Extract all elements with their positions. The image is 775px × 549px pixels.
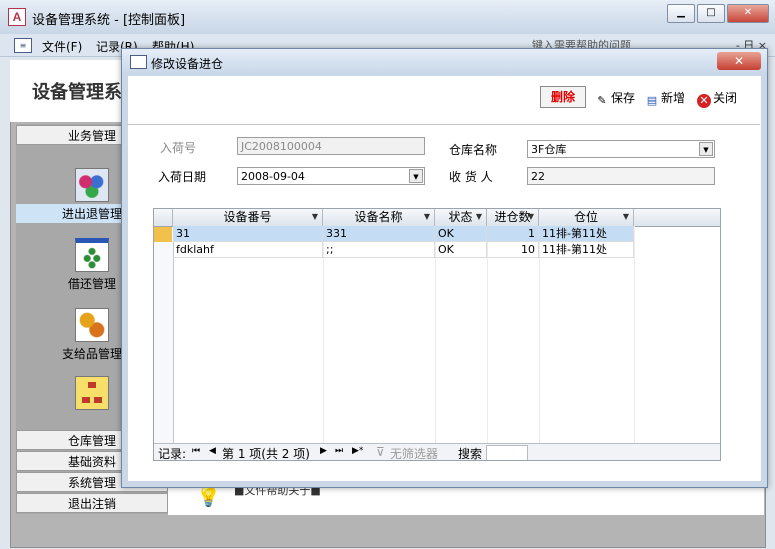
col-label: 状态 (448, 210, 473, 224)
close-circle-icon: ✕ (697, 94, 711, 108)
close-window-button[interactable]: ✕ (727, 4, 769, 23)
gears-icon (75, 308, 109, 342)
grid-line (435, 226, 436, 443)
col-device-name[interactable]: 设备名称 ▼ (323, 209, 435, 226)
table-cell[interactable]: ;; (323, 242, 435, 258)
save-brush-icon: ✎ (597, 94, 607, 107)
grid-line (634, 226, 635, 443)
new-label: 新增 (661, 91, 686, 105)
col-qty[interactable]: 进仓数 ▼ (487, 209, 539, 226)
new-book-icon: ▤ (646, 94, 658, 107)
warehouse-value: 3F仓库 (531, 143, 567, 156)
chevron-down-icon[interactable]: ▼ (424, 209, 430, 225)
dialog-title: 修改设备进仓 (151, 57, 224, 71)
col-label: 设备番号 (223, 210, 272, 224)
record-selector[interactable] (154, 243, 172, 258)
col-label: 设备名称 (354, 210, 403, 224)
last-record-icon[interactable]: ⏭ (335, 446, 343, 456)
minimize-button[interactable]: ▁ (667, 4, 695, 23)
record-selector[interactable] (154, 227, 172, 242)
main-title-bar: A 设备管理系统 - [控制面板] ▁ □ ✕ (0, 0, 775, 35)
dialog-close-button[interactable]: ✕ (717, 52, 761, 70)
grid-line (487, 226, 488, 443)
menu-file[interactable]: 文件(F) (42, 38, 82, 55)
table-cell[interactable]: fdklahf (173, 242, 323, 258)
search-label: 搜索 (458, 447, 483, 461)
col-label: 仓位 (573, 210, 598, 224)
close-label: 关闭 (713, 91, 738, 105)
col-location[interactable]: 仓位 ▼ (539, 209, 634, 226)
table-cell[interactable]: 11排-第11处 (539, 226, 634, 242)
table-cell[interactable]: 11排-第11处 (539, 242, 634, 258)
col-label: 进仓数 (494, 210, 531, 224)
cubes-icon (75, 168, 109, 202)
org-chart-icon (75, 376, 109, 410)
save-button[interactable]: ✎ 保存 (595, 89, 635, 108)
table-cell[interactable]: OK (435, 226, 487, 242)
first-record-icon[interactable]: ⏮ (192, 446, 200, 456)
chevron-down-icon[interactable]: ▼ (623, 209, 629, 225)
toolbar-divider (127, 124, 760, 125)
receiver-field[interactable]: 22 (527, 167, 715, 185)
save-label: 保存 (611, 91, 636, 105)
new-record-icon[interactable]: ▶* (352, 446, 363, 456)
grid-line (539, 226, 540, 443)
new-button[interactable]: ▤ 新增 (645, 89, 685, 108)
record-position[interactable]: 第 1 项(共 2 项) (222, 445, 310, 460)
filter-icon[interactable]: ⊽ (376, 445, 385, 459)
table-cell[interactable]: 1 (487, 226, 539, 242)
control-panel-title: 设备管理系 (32, 82, 122, 103)
search-input[interactable] (486, 445, 528, 460)
device-datasheet: 设备番号 ▼ 设备名称 ▼ 状态 ▼ 进仓数 ▼ 仓位 ▼ 31 331 OK 1 11排… (153, 208, 721, 461)
table-cell[interactable]: 31 (173, 226, 323, 242)
col-device-no[interactable]: 设备番号 ▼ (173, 209, 323, 226)
receipt-date-select[interactable]: 2008-09-04 ▼ (237, 167, 425, 185)
access-app-icon: A (8, 8, 26, 26)
receipt-date-label: 入荷日期 (158, 170, 207, 184)
restore-button[interactable]: □ (697, 4, 725, 23)
record-label: 记录: (158, 447, 187, 461)
next-record-icon[interactable]: ▶ (320, 446, 327, 456)
filter-status[interactable]: 无筛选器 (390, 445, 438, 460)
form-icon[interactable]: ≡ (14, 38, 32, 53)
table-cell[interactable]: 331 (323, 226, 435, 242)
datasheet-header: 设备番号 ▼ 设备名称 ▼ 状态 ▼ 进仓数 ▼ 仓位 ▼ (154, 209, 720, 227)
chevron-down-icon[interactable]: ▼ (312, 209, 318, 225)
table-cell[interactable]: 10 (487, 242, 539, 258)
window-title: 设备管理系统 - [控制面板] (32, 13, 186, 28)
record-navigator: 记录: ⏮ ◀ 第 1 项(共 2 项) ▶ ⏭ ▶* ⊽ 无筛选器 搜索 (154, 443, 720, 461)
receiver-label: 收 货 人 (449, 170, 493, 184)
delete-button[interactable]: 删除 (540, 86, 586, 108)
prev-record-icon[interactable]: ◀ (209, 446, 216, 456)
dots-board-icon (75, 238, 109, 272)
receipt-no-label: 入荷号 (160, 141, 197, 155)
chevron-down-icon[interactable]: ▼ (409, 169, 423, 183)
select-all-corner[interactable] (154, 209, 173, 226)
form-icon (130, 55, 147, 69)
warehouse-label: 仓库名称 (449, 143, 498, 157)
receipt-no-field: JC2008100004 (237, 137, 425, 155)
chevron-down-icon[interactable]: ▼ (528, 209, 534, 225)
col-status[interactable]: 状态 ▼ (435, 209, 487, 226)
category-logout[interactable]: 退出注销 (16, 493, 168, 513)
close-form-button[interactable]: ✕ 关闭 (697, 89, 737, 108)
dialog-title-bar: 修改设备进仓 ✕ (122, 49, 767, 75)
warehouse-select[interactable]: 3F仓库 ▼ (527, 140, 715, 158)
receipt-date-value: 2008-09-04 (241, 170, 305, 183)
grid-line (323, 226, 324, 443)
chevron-down-icon[interactable]: ▼ (699, 142, 713, 156)
table-cell[interactable]: OK (435, 242, 487, 258)
chevron-down-icon[interactable]: ▼ (476, 209, 482, 225)
window-controls: ▁ □ ✕ (667, 4, 769, 23)
